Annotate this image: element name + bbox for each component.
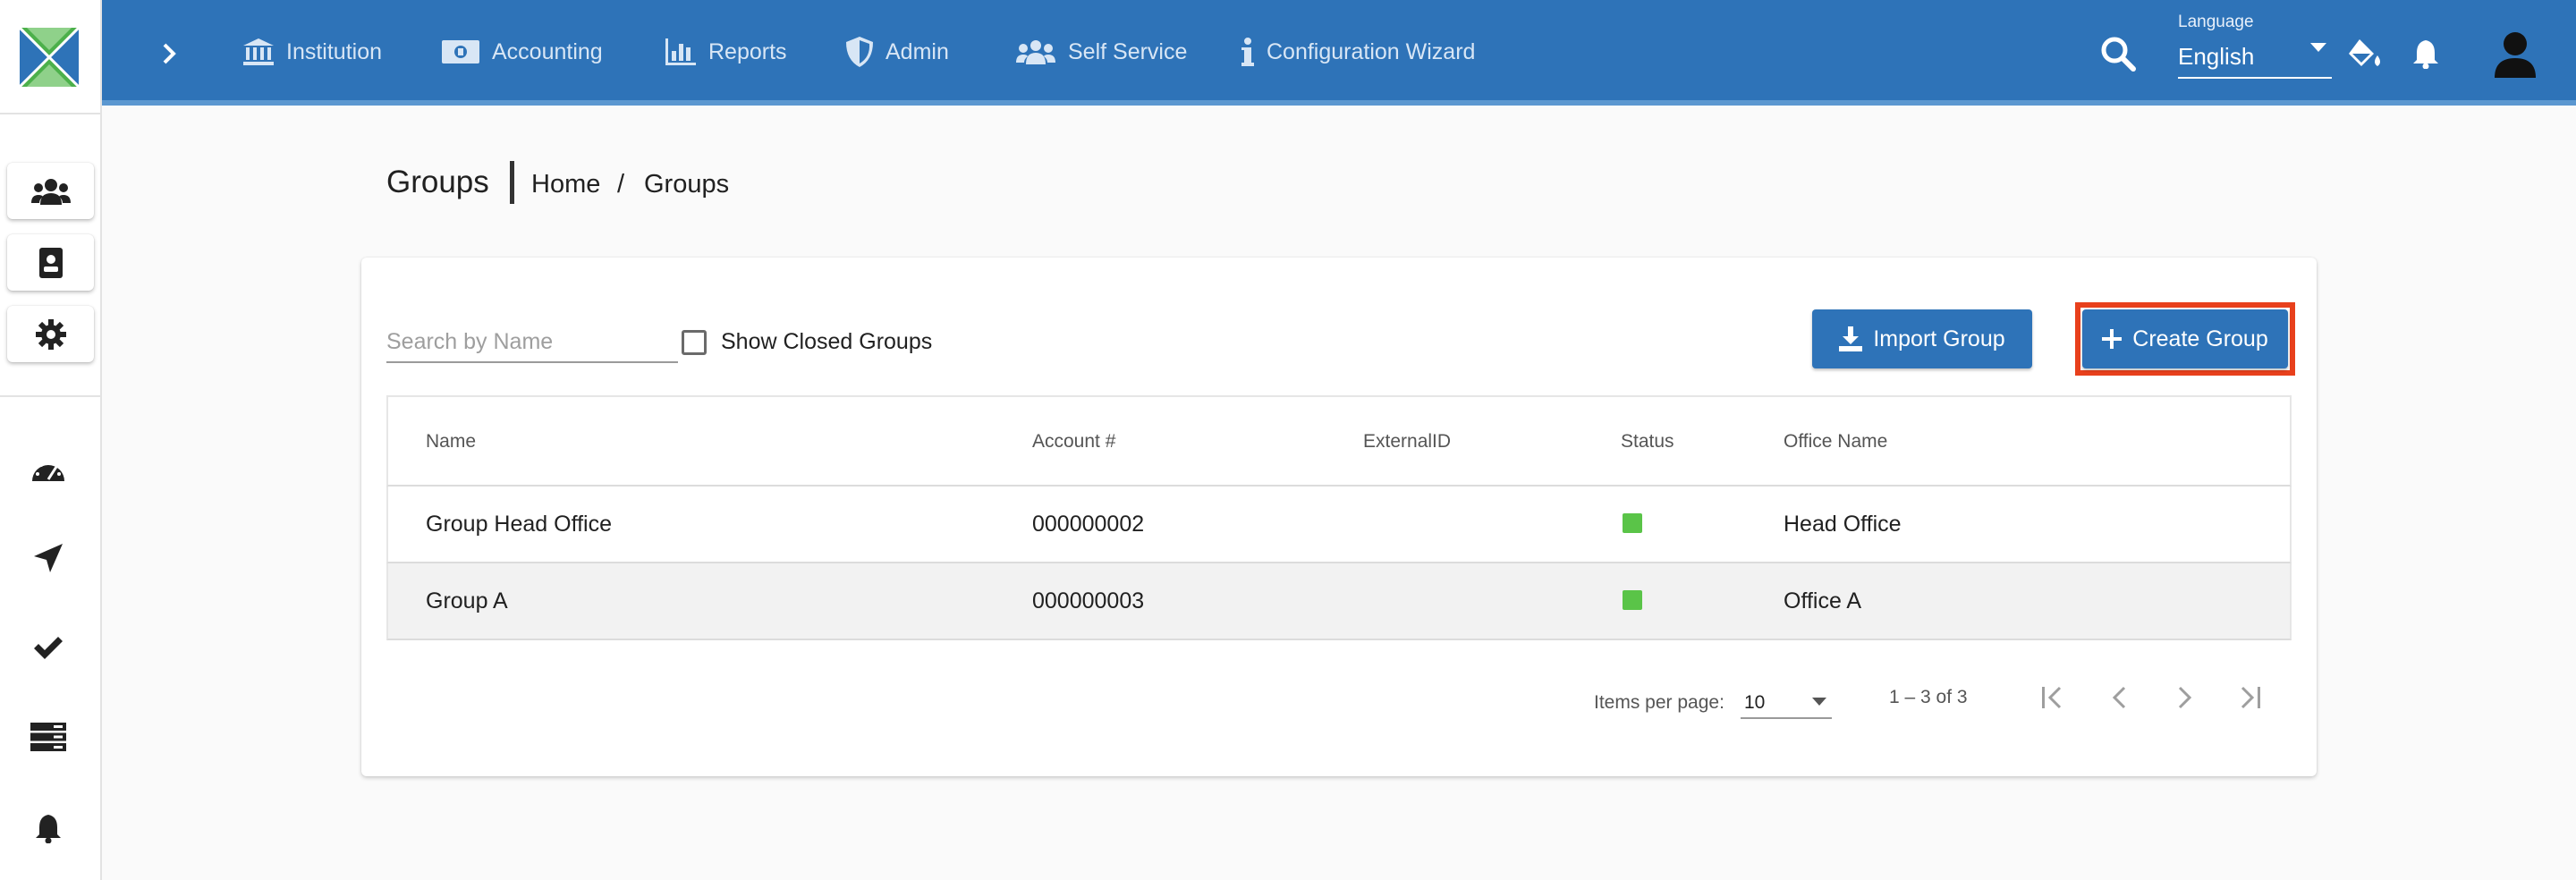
search-icon[interactable] [2098,34,2138,73]
header-status[interactable]: Status [1621,431,1674,453]
status-indicator [1623,590,1642,610]
paint-bucket-icon [2349,39,2380,66]
header-external-id[interactable]: ExternalID [1363,431,1451,453]
paper-plane-icon [34,544,63,572]
nav-accounting-label: Accounting [492,38,603,64]
cell-name: Group Head Office [426,512,612,537]
nav-institution[interactable]: Institution [243,30,382,73]
language-select[interactable]: English [2178,39,2332,79]
rail-settings-button[interactable] [7,306,94,362]
bank-icon [243,38,274,65]
table-row[interactable]: Group Head Office 000000002 Head Office [386,487,2292,563]
breadcrumb-home[interactable]: Home [531,170,600,199]
cell-account: 000000002 [1032,512,1145,537]
shield-icon [846,37,873,67]
info-icon [1241,38,1254,66]
create-group-button[interactable]: Create Group [2082,309,2288,368]
page-title: Groups [386,165,489,199]
gear-icon [35,318,66,350]
groups-card: Show Closed Groups Import Group Create G… [361,258,2317,776]
user-avatar-icon [2495,32,2536,78]
language-value: English [2178,43,2255,70]
cell-office: Office A [1784,588,1862,613]
language-label: Language [2178,13,2254,31]
header-office-name[interactable]: Office Name [1784,431,1887,453]
top-bar: Institution Accounting Reports Admin Sel… [102,0,2576,106]
plus-icon [2102,329,2123,349]
app-logo[interactable] [20,28,79,87]
nav-admin-label: Admin [886,38,949,64]
expand-sidebar-button[interactable] [151,36,187,72]
next-page-button[interactable] [2165,678,2204,717]
chevron-right-icon [163,43,176,64]
title-divider [510,161,514,204]
bar-chart-icon [665,38,696,65]
rail-clients-button[interactable] [7,163,94,219]
import-group-label: Import Group [1873,326,2005,351]
id-badge-icon [38,247,63,278]
bell-icon [36,815,61,843]
rail-navigation-button[interactable] [27,537,70,580]
left-rail [0,0,102,880]
money-icon [442,40,479,63]
nav-accounting[interactable]: Accounting [442,30,603,73]
rail-dashboard-button[interactable] [27,447,70,490]
users-icon [30,178,71,205]
nav-admin[interactable]: Admin [846,30,949,73]
chevron-left-icon [2112,686,2126,709]
caret-down-icon [1812,698,1826,706]
rail-checker-button[interactable] [27,626,70,669]
first-page-button[interactable] [2034,678,2073,717]
logo-area [0,0,102,114]
breadcrumb-current: Groups [644,170,730,199]
breadcrumb-separator: / [617,170,625,199]
notifications-button[interactable] [2404,32,2447,75]
show-closed-groups-toggle[interactable]: Show Closed Groups [682,329,932,355]
search-input[interactable] [386,322,678,363]
theme-button[interactable] [2343,32,2386,75]
groups-table: Name Account # ExternalID Status Office … [386,395,2292,640]
header-account[interactable]: Account # [1032,431,1115,453]
previous-page-button[interactable] [2100,678,2140,717]
speedometer-icon [32,460,64,481]
nav-self-service-label: Self Service [1068,38,1188,64]
server-icon [30,723,66,751]
cell-name: Group A [426,588,508,613]
create-group-label: Create Group [2132,326,2268,351]
rail-divider [0,395,102,397]
download-icon [1839,326,1863,351]
last-page-button[interactable] [2229,678,2268,717]
nav-self-service[interactable]: Self Service [1016,30,1187,73]
import-group-button[interactable]: Import Group [1812,309,2032,368]
rail-notifications-button[interactable] [27,807,70,850]
show-closed-checkbox[interactable] [682,329,707,355]
bell-icon [2413,40,2438,69]
users-icon [1016,40,1055,64]
items-per-page-label: Items per page: [1594,692,1724,713]
show-closed-label: Show Closed Groups [721,329,933,354]
items-per-page-value: 10 [1744,692,1766,713]
nav-configuration-wizard-label: Configuration Wizard [1267,38,1476,64]
nav-reports[interactable]: Reports [665,30,787,73]
cell-account: 000000003 [1032,588,1145,613]
rail-id-card-button[interactable] [7,234,94,291]
table-row[interactable]: Group A 000000003 Office A [386,563,2292,640]
caret-down-icon [2310,43,2326,52]
chevron-right-icon [2178,686,2192,709]
cell-office: Head Office [1784,512,1902,537]
nav-configuration-wizard[interactable]: Configuration Wizard [1241,30,1475,73]
table-header: Name Account # ExternalID Status Office … [386,395,2292,487]
nav-reports-label: Reports [708,38,787,64]
last-page-icon [2241,686,2260,709]
rail-tasks-button[interactable] [27,715,70,758]
first-page-icon [2042,686,2062,709]
items-per-page-select[interactable]: 10 [1741,683,1832,719]
status-indicator [1623,513,1642,533]
page-range-label: 1 – 3 of 3 [1889,687,1968,707]
header-name[interactable]: Name [426,431,476,453]
user-menu-button[interactable] [2490,29,2540,79]
checkmark-icon [34,637,63,659]
nav-institution-label: Institution [286,38,383,64]
